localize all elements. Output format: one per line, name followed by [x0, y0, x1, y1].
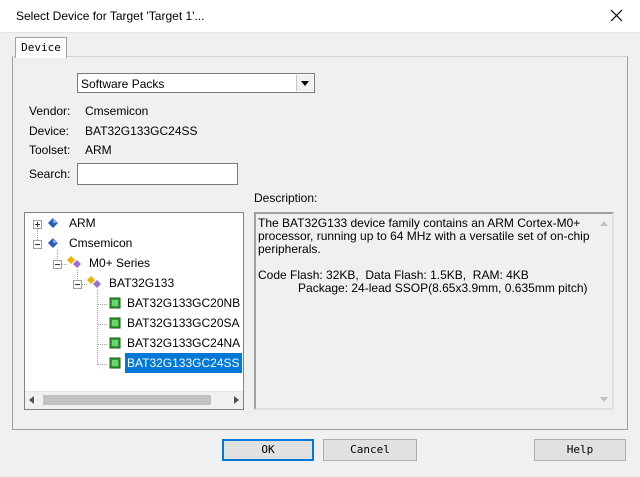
description-box: The BAT32G133 device family contains an … — [254, 212, 614, 410]
description-label: Description: — [254, 191, 318, 205]
window-title: Select Device for Target 'Target 1'... — [16, 9, 205, 23]
family-icon — [87, 276, 101, 288]
tree-item-device[interactable]: BAT32G133GC24NA — [127, 333, 240, 353]
tree-line — [97, 304, 107, 305]
collapse-toggle[interactable] — [33, 240, 42, 249]
toolset-label: Toolset: — [29, 143, 71, 157]
tree-item-arm[interactable]: ARM — [69, 213, 96, 233]
collapse-toggle[interactable] — [53, 260, 62, 269]
tree-item-device[interactable]: BAT32G133GC20SA — [127, 313, 240, 333]
tree-item-cmsemicon[interactable]: Cmsemicon — [69, 233, 132, 253]
tree-line — [97, 344, 107, 345]
chip-icon — [109, 297, 121, 309]
vendor-icon — [48, 218, 58, 228]
dropdown-button[interactable] — [296, 75, 313, 91]
chip-icon — [109, 317, 121, 329]
close-button[interactable] — [594, 0, 640, 31]
collapse-toggle[interactable] — [73, 280, 82, 289]
scroll-thumb[interactable] — [43, 395, 211, 405]
device-value: BAT32G133GC24SS — [85, 124, 198, 138]
tree-item-family[interactable]: BAT32G133 — [109, 273, 174, 293]
tree-line — [97, 364, 107, 365]
chip-icon — [109, 337, 121, 349]
search-label: Search: — [29, 167, 71, 181]
tree-line — [97, 324, 107, 325]
help-button[interactable]: Help — [534, 439, 626, 461]
expand-toggle[interactable] — [33, 220, 42, 229]
close-icon — [610, 9, 623, 22]
tree-item-device-selected[interactable]: BAT32G133GC24SS — [125, 353, 242, 373]
vendor-label: Vendor: — [29, 104, 71, 118]
database-select-value: Software Packs — [81, 77, 165, 91]
description-text: The BAT32G133 device family contains an … — [258, 216, 590, 295]
vendor-value: Cmsemicon — [85, 104, 149, 118]
scroll-left-icon[interactable] — [29, 396, 34, 404]
tab-device[interactable]: Device — [15, 37, 67, 59]
vendor-icon — [48, 238, 58, 248]
tree-item-device[interactable]: BAT32G133GC20NB — [127, 293, 240, 313]
tree-line — [97, 290, 98, 365]
title-bar: Select Device for Target 'Target 1'... — [0, 0, 640, 33]
toolset-value: ARM — [85, 143, 112, 157]
horizontal-scrollbar[interactable] — [25, 391, 243, 409]
tree-item-series[interactable]: M0+ Series — [89, 253, 150, 273]
device-tree[interactable]: ARM Cmsemicon M0+ Series BAT32G133 BAT32… — [24, 212, 244, 410]
cancel-button[interactable]: Cancel — [323, 439, 417, 461]
vertical-scrollbar[interactable] — [595, 214, 612, 408]
device-label: Device: — [29, 124, 70, 138]
database-select[interactable]: Software Packs — [77, 73, 315, 93]
series-icon — [67, 256, 81, 268]
ok-button[interactable]: OK — [222, 439, 314, 461]
chevron-down-icon — [301, 81, 309, 86]
search-input[interactable] — [77, 163, 238, 185]
scroll-right-icon[interactable] — [234, 396, 239, 404]
chip-icon — [109, 357, 121, 369]
scroll-down-icon[interactable] — [600, 397, 608, 402]
scroll-up-icon[interactable] — [600, 221, 608, 226]
